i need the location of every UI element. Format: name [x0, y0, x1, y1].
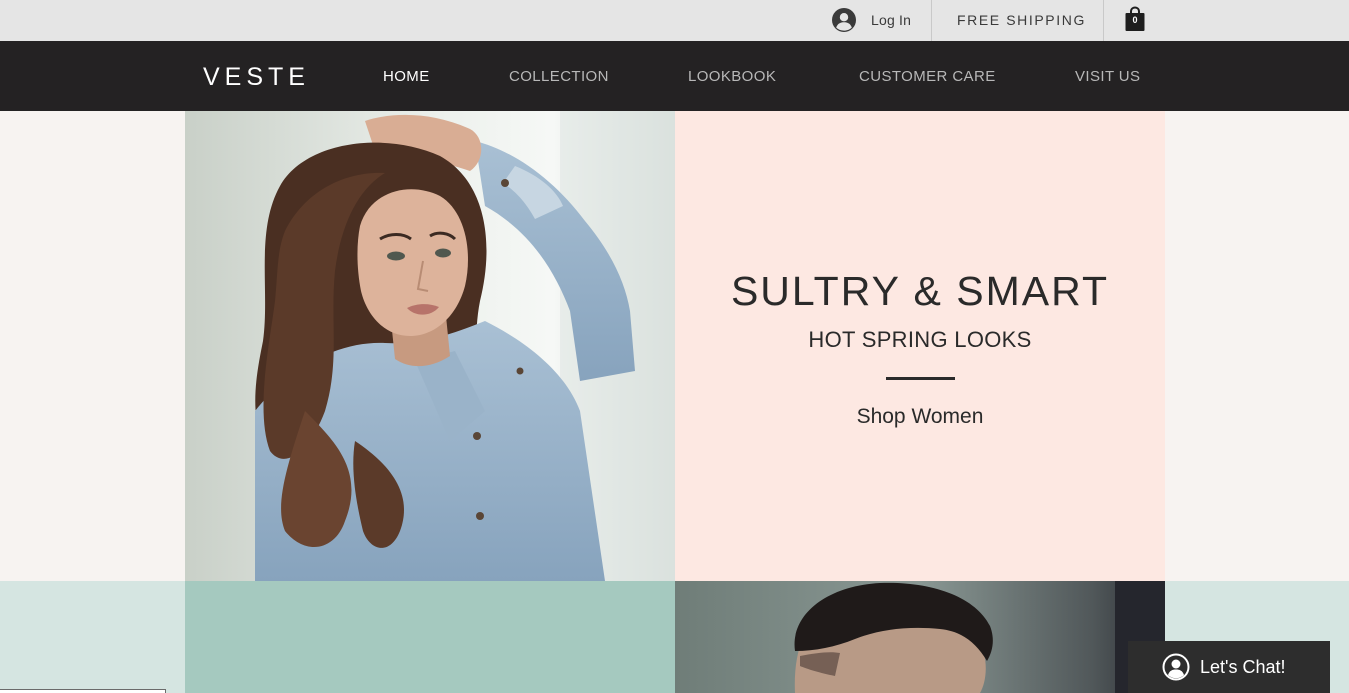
site-logo[interactable]: VESTE: [203, 63, 310, 92]
top-utility-bar: Log In FREE SHIPPING 0: [0, 0, 1349, 41]
hero-subtitle: HOT SPRING LOOKS: [808, 327, 1032, 352]
nav-visit-us[interactable]: VISIT US: [1075, 68, 1140, 85]
shop-women-link[interactable]: Shop Women: [675, 405, 1165, 429]
nav-collection[interactable]: COLLECTION: [509, 68, 609, 85]
free-shipping-text: FREE SHIPPING: [957, 12, 1086, 28]
hero-woman-photo: [185, 111, 675, 581]
nav-customer-care[interactable]: CUSTOMER CARE: [859, 68, 996, 85]
hero-title: SULTRY & SMART: [730, 268, 1110, 314]
login-button[interactable]: Log In: [832, 8, 911, 32]
bottom-left-panel-edge: [0, 689, 166, 693]
hero-divider: [886, 377, 955, 380]
main-navigation: VESTE HOME COLLECTION LOOKBOOK CUSTOMER …: [0, 41, 1349, 111]
chat-label: Let's Chat!: [1200, 656, 1286, 677]
man-photo: [675, 581, 1165, 693]
divider: [1103, 0, 1104, 41]
chat-button[interactable]: Let's Chat!: [1128, 641, 1330, 693]
mint-color-block: [185, 581, 675, 693]
band-background: [0, 581, 185, 693]
login-label: Log In: [871, 12, 912, 28]
nav-lookbook[interactable]: LOOKBOOK: [688, 68, 776, 85]
nav-home[interactable]: HOME: [383, 68, 430, 85]
divider: [931, 0, 932, 41]
cart-button[interactable]: 0: [1124, 6, 1146, 32]
user-avatar-icon: [1162, 653, 1190, 681]
hero-panel: SULTRY & SMART HOT SPRING LOOKS Shop Wom…: [675, 111, 1165, 581]
user-avatar-icon: [832, 8, 856, 32]
cart-count: 0: [1132, 15, 1138, 25]
